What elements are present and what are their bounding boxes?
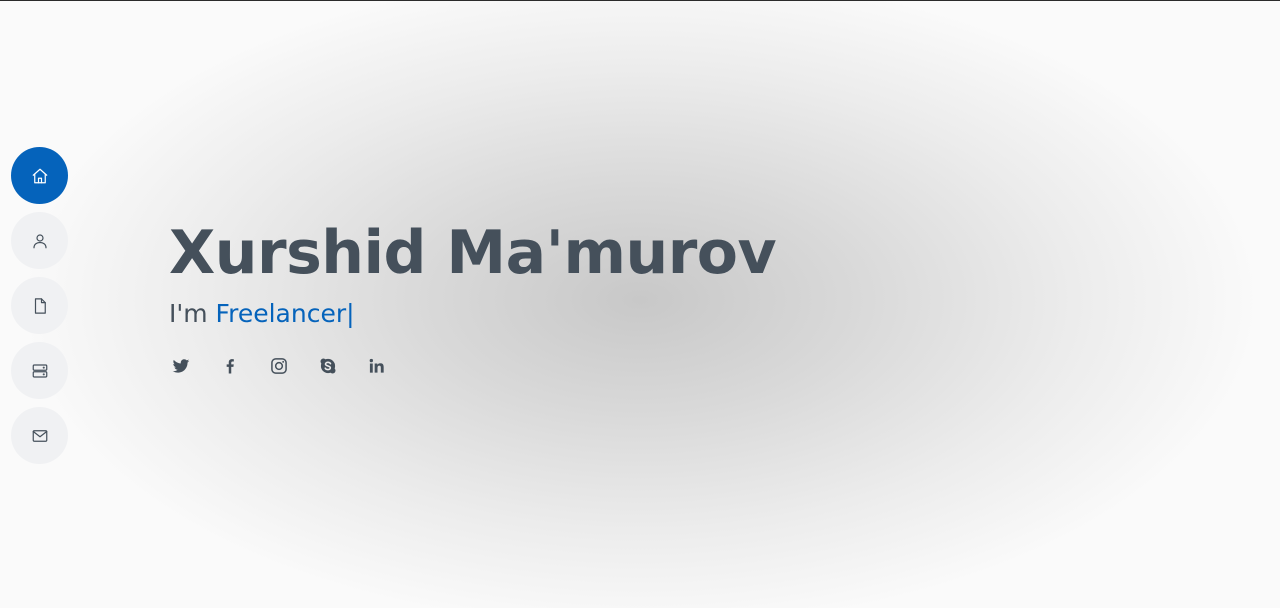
nav-home-button[interactable] — [11, 147, 68, 204]
hero-section: Xurshid Ma'murov I'm Freelancer| — [169, 213, 777, 376]
hero-role: Freelancer — [215, 299, 347, 328]
skype-link[interactable] — [318, 356, 338, 376]
skype-icon — [320, 358, 336, 374]
social-links — [169, 356, 776, 376]
side-nav — [11, 147, 68, 464]
file-icon — [34, 297, 46, 314]
twitter-icon — [172, 359, 190, 373]
hero-prefix: I'm — [169, 299, 216, 328]
instagram-icon — [271, 358, 287, 374]
facebook-icon — [226, 359, 234, 374]
nav-resume-button[interactable] — [11, 277, 68, 334]
typing-caret: | — [346, 299, 355, 328]
facebook-link[interactable] — [220, 356, 240, 376]
twitter-link[interactable] — [171, 356, 191, 376]
nav-about-button[interactable] — [11, 212, 68, 269]
server-icon — [32, 363, 47, 378]
nav-services-button[interactable] — [11, 342, 68, 399]
linkedin-icon — [369, 358, 384, 373]
hero-tagline: I'm Freelancer| — [169, 297, 776, 331]
home-icon — [32, 168, 47, 183]
instagram-link[interactable] — [269, 356, 289, 376]
envelope-icon — [32, 429, 47, 442]
nav-contact-button[interactable] — [11, 407, 68, 464]
hero-name: Xurshid Ma'murov — [169, 218, 777, 288]
user-icon — [32, 233, 47, 248]
linkedin-link[interactable] — [367, 356, 387, 376]
